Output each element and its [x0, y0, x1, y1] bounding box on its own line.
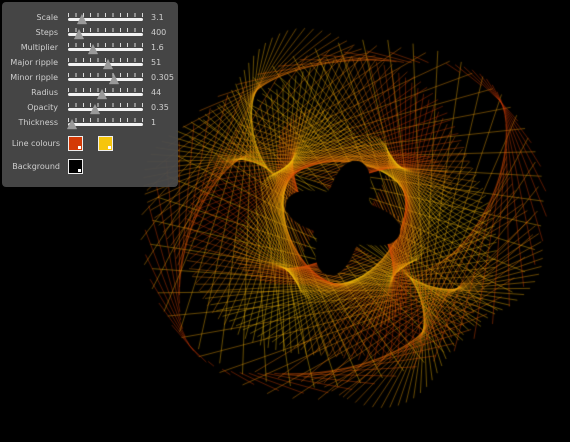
slider-row-opacity: Opacity 0.35: [2, 101, 178, 116]
slider-row-scale: Scale 3.1: [2, 11, 178, 26]
slider-label: Major ripple: [10, 58, 58, 67]
slider-value: 0.35: [151, 103, 169, 112]
slider-value: 0.305: [151, 73, 174, 82]
slider-row-steps: Steps 400: [2, 26, 178, 41]
thickness-slider-thumb[interactable]: [67, 119, 77, 129]
slider-label: Scale: [36, 13, 58, 22]
slider-value: 400: [151, 28, 167, 37]
radius-slider-thumb[interactable]: [97, 89, 108, 99]
slider-ticks: [68, 43, 143, 47]
opacity-slider-track[interactable]: [68, 108, 143, 111]
slider-row-radius: Radius 44: [2, 86, 178, 101]
background-colour-swatch[interactable]: [68, 159, 83, 174]
slider-row-multiplier: Multiplier 1.6: [2, 41, 178, 56]
line-colours-label: Line colours: [11, 139, 60, 148]
slider-label: Minor ripple: [10, 73, 58, 82]
swatch-corner-icon: [78, 146, 81, 149]
minor-ripple-slider-thumb[interactable]: [108, 74, 119, 84]
multiplier-slider-track[interactable]: [68, 48, 143, 51]
line-colour-2-swatch[interactable]: [98, 136, 113, 151]
app-stage: Scale 3.1 Steps 400 Multiplier 1.6 Major…: [0, 0, 570, 442]
swatch-corner-icon: [78, 169, 81, 172]
slider-label: Thickness: [18, 118, 58, 127]
scale-slider-thumb[interactable]: [77, 14, 88, 24]
slider-label: Steps: [35, 28, 58, 37]
minor-ripple-slider-track[interactable]: [68, 78, 143, 81]
background-label: Background: [12, 162, 60, 171]
slider-row-thickness: Thickness 1: [2, 116, 178, 131]
slider-value: 3.1: [151, 13, 164, 22]
slider-ticks: [68, 118, 143, 122]
multiplier-slider-thumb[interactable]: [88, 44, 99, 54]
slider-label: Radius: [31, 88, 58, 97]
slider-value: 51: [151, 58, 162, 67]
major-ripple-slider-thumb[interactable]: [102, 59, 113, 69]
opacity-slider-thumb[interactable]: [90, 104, 101, 114]
steps-slider-thumb[interactable]: [73, 29, 84, 39]
slider-value: 1.6: [151, 43, 164, 52]
line-colour-1-swatch[interactable]: [68, 136, 83, 151]
swatch-corner-icon: [108, 146, 111, 149]
controls-panel: Scale 3.1 Steps 400 Multiplier 1.6 Major…: [2, 2, 178, 187]
slider-label: Opacity: [27, 103, 58, 112]
thickness-slider-track[interactable]: [68, 123, 143, 126]
slider-value: 1: [151, 118, 157, 127]
slider-label: Multiplier: [20, 43, 58, 52]
slider-value: 44: [151, 88, 162, 97]
slider-row-major-ripple: Major ripple 51: [2, 56, 178, 71]
slider-ticks: [68, 73, 143, 77]
slider-ticks: [68, 103, 143, 107]
slider-row-minor-ripple: Minor ripple 0.305: [2, 71, 178, 86]
